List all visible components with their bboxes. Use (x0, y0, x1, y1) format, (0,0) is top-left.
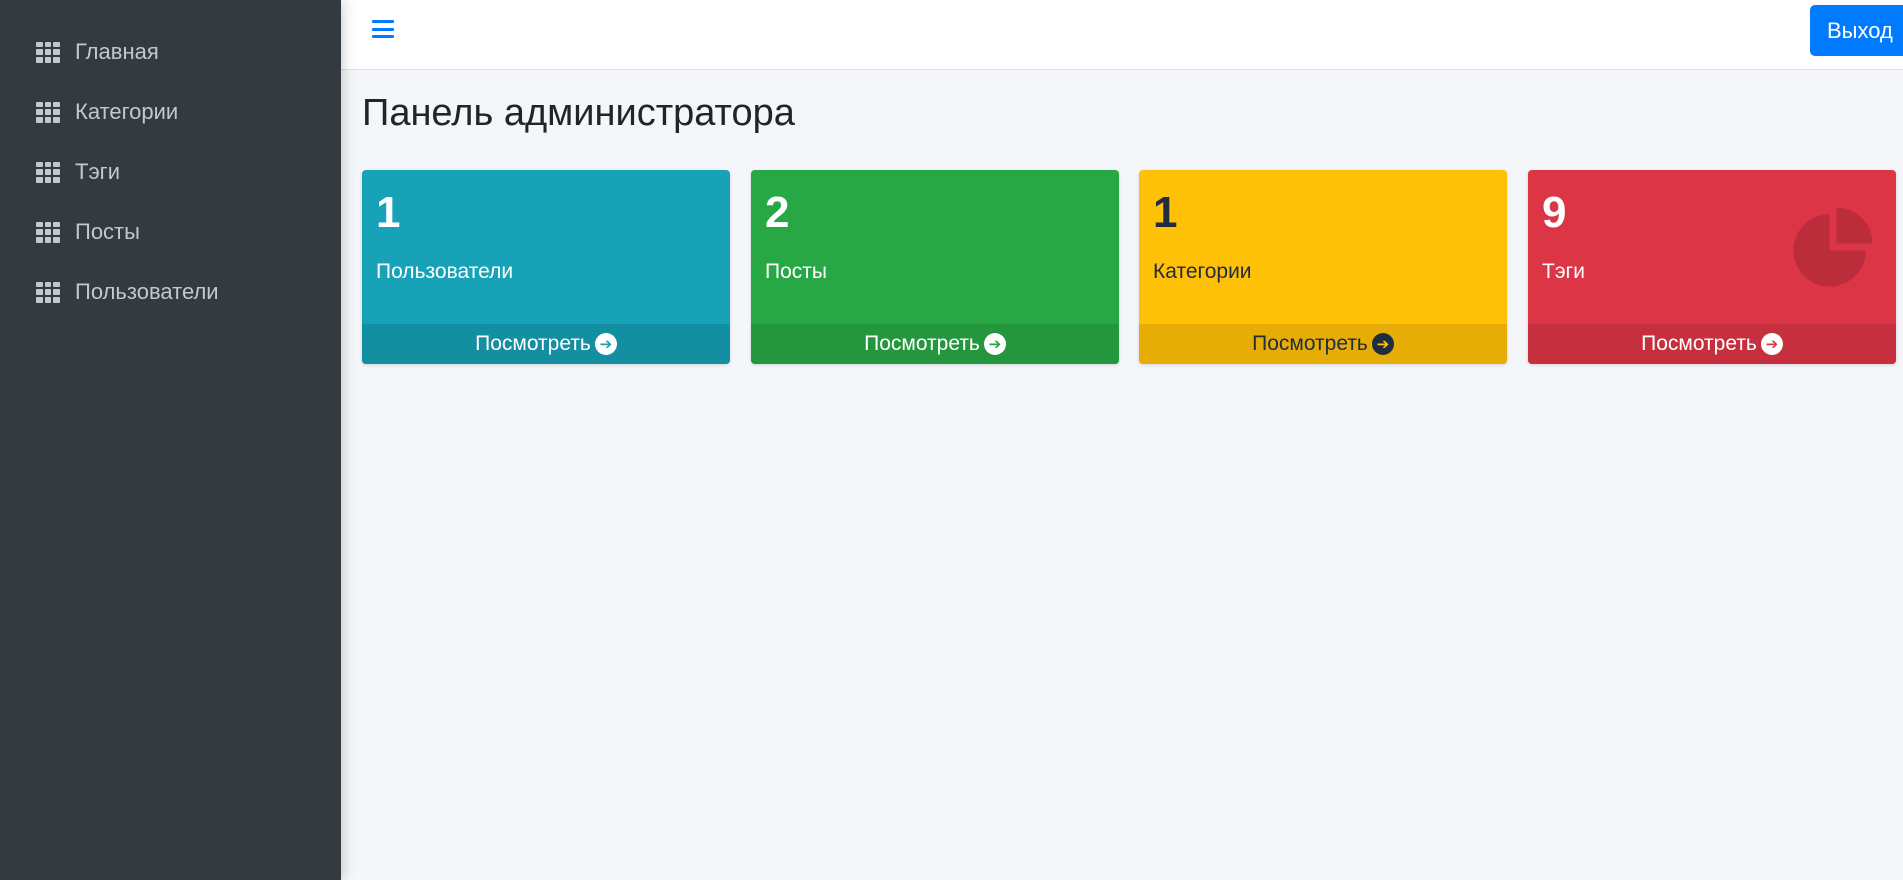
stat-label: Категории (1153, 260, 1252, 283)
arrow-circle-right-icon: ➔ (983, 333, 1006, 355)
stat-label: Посты (765, 260, 827, 283)
arrow-circle-right-icon: ➔ (594, 333, 617, 355)
sidebar-item-label: Главная (75, 39, 159, 64)
sidebar-item-categories[interactable]: Категории (0, 82, 341, 142)
grid-icon (36, 221, 60, 243)
sidebar: Главная Категории Тэги Посты Пользовател… (0, 0, 341, 880)
sidebar-item-label: Посты (75, 219, 140, 244)
sidebar-item-posts[interactable]: Посты (0, 202, 341, 262)
view-link-label: Посмотреть (475, 332, 591, 355)
view-categories-link[interactable]: Посмотреть ➔ (1139, 324, 1507, 364)
grid-icon (36, 41, 60, 63)
top-navbar: Выход (341, 0, 1903, 70)
view-link-label: Посмотреть (864, 332, 980, 355)
stat-count: 9 (1542, 188, 1567, 237)
view-tags-link[interactable]: Посмотреть ➔ (1528, 324, 1896, 364)
sidebar-item-users[interactable]: Пользователи (0, 262, 341, 322)
users-stat-card: 1 Пользователи Посмотреть ➔ (362, 170, 730, 364)
stat-label: Тэги (1542, 260, 1585, 283)
posts-stat-card: 2 Посты Посмотреть ➔ (751, 170, 1119, 364)
view-link-label: Посмотреть (1252, 332, 1368, 355)
arrow-circle-right-icon: ➔ (1371, 333, 1394, 355)
page-title: Панель администратора (362, 92, 795, 134)
categories-stat-card: 1 Категории Посмотреть ➔ (1139, 170, 1507, 364)
logout-button[interactable]: Выход (1810, 5, 1903, 56)
main-content: Панель администратора 1 Пользователи Пос… (341, 70, 1903, 880)
stat-count: 1 (376, 188, 401, 237)
stat-count: 2 (765, 188, 790, 237)
pie-chart-icon (1793, 207, 1873, 287)
arrow-circle-right-icon: ➔ (1760, 333, 1783, 355)
sidebar-item-label: Категории (75, 99, 179, 124)
tags-stat-card: 9 Тэги Посмотреть ➔ (1528, 170, 1896, 364)
stat-label: Пользователи (376, 260, 514, 283)
sidebar-item-tags[interactable]: Тэги (0, 142, 341, 202)
sidebar-nav: Главная Категории Тэги Посты Пользовател… (0, 0, 341, 322)
stat-count: 1 (1153, 188, 1178, 237)
sidebar-item-home[interactable]: Главная (0, 22, 341, 82)
grid-icon (36, 161, 60, 183)
sidebar-item-label: Тэги (75, 159, 120, 184)
grid-icon (36, 101, 60, 123)
view-link-label: Посмотреть (1641, 332, 1757, 355)
sidebar-item-label: Пользователи (75, 279, 219, 304)
hamburger-icon[interactable] (372, 19, 394, 39)
view-posts-link[interactable]: Посмотреть ➔ (751, 324, 1119, 364)
view-users-link[interactable]: Посмотреть ➔ (362, 324, 730, 364)
grid-icon (36, 281, 60, 303)
